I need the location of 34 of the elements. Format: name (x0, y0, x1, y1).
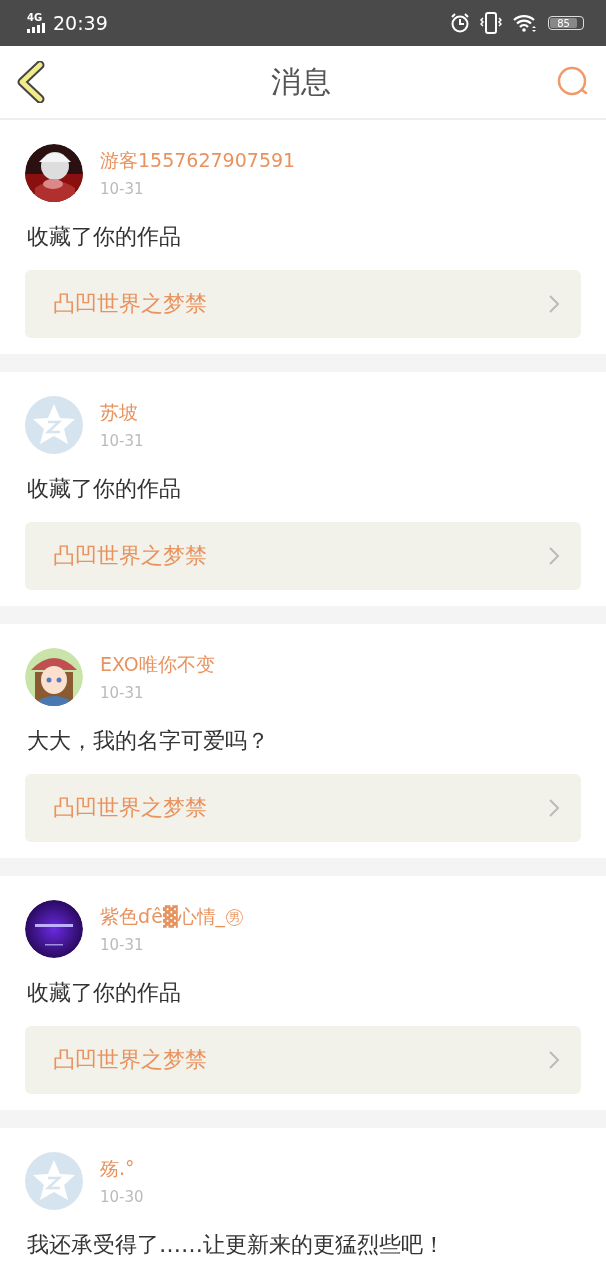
network-type: 4G (27, 13, 43, 23)
message-text: 收藏了你的作品 (27, 979, 182, 1007)
user-name[interactable]: EXO唯你不变 (100, 652, 215, 678)
signal-icon (27, 23, 47, 33)
message-text: 我还承受得了……让更新来的更猛烈些吧！ (27, 1231, 446, 1259)
battery-icon: 85 (548, 16, 584, 30)
user-name[interactable]: 苏坡 (100, 400, 144, 426)
message-text: 收藏了你的作品 (27, 475, 182, 503)
chevron-right-icon (549, 799, 559, 817)
default-avatar-icon (25, 396, 83, 454)
message-text: 大大，我的名字可爱吗？ (27, 727, 270, 755)
message-date: 10-31 (100, 936, 145, 954)
alarm-icon (450, 13, 470, 33)
work-link[interactable]: 凸凹世界之梦禁 (25, 522, 581, 590)
user-name[interactable]: 紫色ɗê▓心情_㊚ (100, 904, 245, 930)
page-title: 消息 (271, 62, 331, 101)
chevron-right-icon (549, 547, 559, 565)
chevron-right-icon (549, 295, 559, 313)
message-text: 收藏了你的作品 (27, 223, 182, 251)
back-button[interactable] (16, 61, 46, 103)
work-link[interactable]: 凸凹世界之梦禁 (25, 774, 581, 842)
default-avatar-icon (25, 1152, 83, 1210)
wifi-icon (512, 13, 538, 33)
user-name[interactable]: 游客1557627907591 (100, 148, 296, 174)
clock: 20:39 (53, 12, 108, 34)
work-link[interactable]: 凸凹世界之梦禁 (25, 270, 581, 338)
vibrate-icon (480, 12, 502, 34)
message-date: 10-31 (100, 180, 145, 198)
message-date: 10-31 (100, 684, 145, 702)
chevron-right-icon (549, 1051, 559, 1069)
message-date: 10-30 (100, 1188, 144, 1206)
message-date: 10-31 (100, 432, 144, 450)
user-name[interactable]: 殇.° (100, 1156, 144, 1182)
work-link[interactable]: 凸凹世界之梦禁 (25, 1026, 581, 1094)
